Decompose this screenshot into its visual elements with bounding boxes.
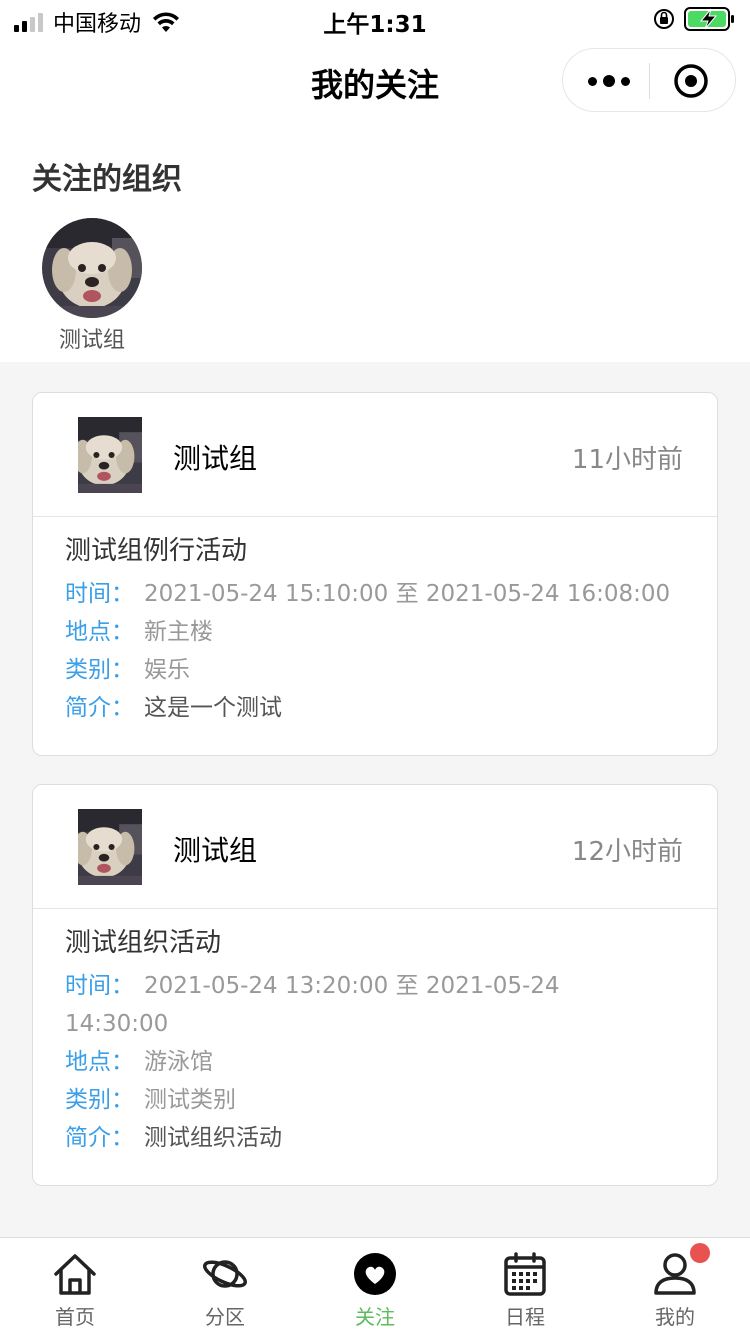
more-button[interactable] xyxy=(583,68,635,94)
category-row: 类别： 测试类别 xyxy=(65,1081,685,1119)
calendar-icon xyxy=(504,1252,546,1296)
tab-label: 首页 xyxy=(55,1305,95,1329)
card-header: 测试组 11小时前 xyxy=(33,393,717,517)
org-avatar xyxy=(78,797,154,897)
tab-label: 我的 xyxy=(655,1305,695,1329)
time-value: 2021-05-24 13:20:00 至 2021-05-24 14:30:0… xyxy=(65,973,560,1037)
tab-label: 分区 xyxy=(205,1305,245,1329)
more-dot-icon xyxy=(588,76,597,86)
place-value: 游泳馆 xyxy=(144,1049,213,1075)
battery-charging-icon xyxy=(684,7,734,31)
nav-bar: 我的关注 xyxy=(0,40,750,124)
status-right xyxy=(652,6,736,32)
tab-mine[interactable]: 我的 xyxy=(600,1238,750,1334)
notification-badge xyxy=(690,1243,710,1263)
card-body: 测试组织活动 时间： 2021-05-24 13:20:00 至 2021-05-… xyxy=(33,909,717,1185)
orientation-lock-icon xyxy=(654,9,674,29)
place-label: 地点： xyxy=(65,1049,134,1075)
intro-label: 简介： xyxy=(65,695,134,721)
tab-bar: 首页 分区 关注 日程 我的 xyxy=(0,1237,750,1334)
followed-orgs-section: 关注的组织 测试组 xyxy=(0,124,750,362)
category-value: 娱乐 xyxy=(144,657,190,683)
more-dot-icon xyxy=(603,75,615,87)
intro-label: 简介： xyxy=(65,1125,134,1151)
card-time-ago: 12小时前 xyxy=(571,837,683,867)
card-header: 测试组 12小时前 xyxy=(33,785,717,909)
category-label: 类别： xyxy=(65,657,134,683)
place-row: 地点： 游泳馆 xyxy=(65,1043,685,1081)
status-bar: 中国移动 上午1:31 xyxy=(0,0,750,40)
card-org-name: 测试组 xyxy=(173,442,258,475)
intro-row: 简介： 测试组织活动 xyxy=(65,1119,685,1157)
activity-card[interactable]: 测试组 11小时前 测试组例行活动 时间： 2021-05-24 15:10:00… xyxy=(32,392,718,756)
home-icon xyxy=(54,1254,96,1295)
activity-title: 测试组织活动 xyxy=(65,928,222,958)
category-label: 类别： xyxy=(65,1087,134,1113)
time-value: 2021-05-24 15:10:00 至 2021-05-24 16:08:0… xyxy=(144,581,671,607)
tab-home[interactable]: 首页 xyxy=(0,1238,150,1334)
time-label: 时间： xyxy=(65,581,134,607)
org-item[interactable]: 测试组 xyxy=(42,218,142,354)
status-time: 上午1:31 xyxy=(323,12,427,38)
org-avatar xyxy=(78,405,154,505)
planet-icon xyxy=(203,1260,247,1288)
time-label: 时间： xyxy=(65,973,134,999)
tab-label: 日程 xyxy=(505,1305,545,1329)
card-time-ago: 11小时前 xyxy=(571,445,683,475)
place-label: 地点： xyxy=(65,619,134,645)
miniprogram-capsule xyxy=(562,48,736,112)
intro-value: 这是一个测试 xyxy=(144,695,282,721)
time-row: 时间： 2021-05-24 15:10:00 至 2021-05-24 16:0… xyxy=(65,575,685,613)
tab-follow[interactable]: 关注 xyxy=(300,1238,450,1334)
card-body: 测试组例行活动 时间： 2021-05-24 15:10:00 至 2021-05… xyxy=(33,517,717,755)
heart-icon xyxy=(354,1253,396,1295)
tab-schedule[interactable]: 日程 xyxy=(450,1238,600,1334)
section-title: 关注的组织 xyxy=(32,162,182,197)
capsule-divider xyxy=(649,63,650,99)
place-row: 地点： 新主楼 xyxy=(65,613,685,651)
intro-row: 简介： 这是一个测试 xyxy=(65,689,685,727)
tab-label: 关注 xyxy=(355,1305,395,1329)
place-value: 新主楼 xyxy=(144,619,213,645)
category-value: 测试类别 xyxy=(144,1087,236,1113)
activity-card[interactable]: 测试组 12小时前 测试组织活动 时间： 2021-05-24 13:20:00 … xyxy=(32,784,718,1186)
more-dot-icon xyxy=(621,76,630,86)
org-name: 测试组 xyxy=(58,328,125,353)
activity-title: 测试组例行活动 xyxy=(65,536,248,566)
time-row: 时间： 2021-05-24 13:20:00 至 2021-05-24 14:3… xyxy=(65,967,585,1043)
intro-value: 测试组织活动 xyxy=(144,1125,282,1151)
tab-zones[interactable]: 分区 xyxy=(150,1238,300,1334)
org-avatar[interactable] xyxy=(42,218,142,318)
card-org-name: 测试组 xyxy=(173,834,258,867)
category-row: 类别： 娱乐 xyxy=(65,651,685,689)
close-miniprogram-button[interactable] xyxy=(673,63,709,99)
